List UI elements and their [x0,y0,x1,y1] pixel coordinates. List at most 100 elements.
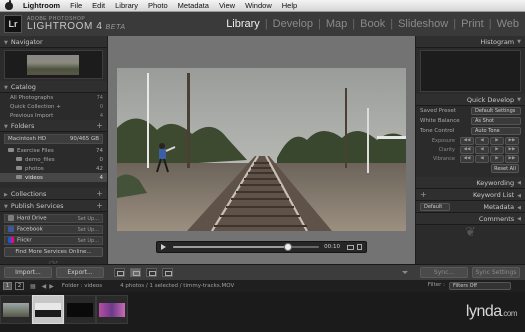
vibrance-increase-small-button[interactable]: ▶ [490,154,504,163]
forward-arrow-icon[interactable]: ▶ [49,283,54,290]
menu-metadata[interactable]: Metadata [173,1,214,10]
exposure-decrease-small-button[interactable]: ◀ [475,136,489,145]
loupe-view-icon[interactable] [130,268,141,277]
play-icon[interactable] [161,244,166,250]
filmstrip-thumbnail-selected[interactable] [32,295,64,324]
find-more-services-button[interactable]: Find More Services Online... [4,247,103,257]
exposure-decrease-button[interactable]: ◀◀ [460,136,474,145]
folders-header[interactable]: ▼ Folders + [0,120,107,132]
white-balance-select[interactable]: As Shot [471,117,521,125]
export-button[interactable]: Export... [56,267,104,278]
add-publish-service-icon[interactable]: + [96,201,103,210]
exposure-increase-button[interactable]: ▶▶ [505,136,519,145]
folder-exercise-files[interactable]: Exercise Files 74 [0,146,107,155]
publish-facebook[interactable]: Facebook Set Up... [4,225,103,234]
back-arrow-icon[interactable]: ◀ [42,283,47,290]
filter-select[interactable]: Filters Off [449,282,511,290]
setup-link[interactable]: Set Up... [78,227,99,233]
navigator-preview[interactable] [4,50,103,79]
add-collection-icon[interactable]: + [96,189,103,198]
compare-view-icon[interactable] [146,268,157,277]
toolbar-menu-icon[interactable] [402,271,408,274]
folder-photos[interactable]: photos 42 [0,164,107,173]
menu-help[interactable]: Help [277,1,302,10]
saved-preset-select[interactable]: Default Settings [471,107,521,115]
menu-window[interactable]: Window [240,1,277,10]
filmstrip-status: 4 photos / 1 selected / timmy-tracks.MOV [120,283,235,289]
scrubber-knob[interactable] [284,243,293,251]
module-develop[interactable]: Develop [269,18,317,30]
module-library[interactable]: Library [222,18,264,30]
metadata-preset-select[interactable]: Default [420,202,450,211]
menu-library[interactable]: Library [110,1,143,10]
primary-display-button[interactable]: 1 [3,282,12,290]
clarity-decrease-small-button[interactable]: ◀ [475,145,489,154]
publish-hard-drive[interactable]: Hard Drive Set Up... [4,214,103,223]
catalog-item-quick-collection[interactable]: Quick Collection + 0 [0,102,107,111]
hard-drive-icon [8,215,14,222]
catalog-header[interactable]: ▼ Catalog [0,81,107,93]
scrubber-fill [173,246,289,248]
quick-develop-header[interactable]: Quick Develop ▼ [416,94,525,106]
reset-all-button[interactable]: Reset All [491,164,519,173]
volume-macintosh-hd[interactable]: Macintosh HD 90/465 GB [4,134,103,144]
import-button[interactable]: Import... [4,267,52,278]
grid-view-icon[interactable] [114,268,125,277]
video-scrubber[interactable] [173,243,320,251]
metadata-header[interactable]: Default Metadata ◀ [416,201,525,213]
brand-main: LIGHTROOM 4 BETA [27,21,126,32]
expand-triangle-icon: ◀ [517,215,521,222]
publish-flickr[interactable]: Flickr Set Up... [4,236,103,245]
menu-edit[interactable]: Edit [87,1,110,10]
vibrance-increase-button[interactable]: ▶▶ [505,154,519,163]
module-book[interactable]: Book [356,18,389,30]
clarity-decrease-button[interactable]: ◀◀ [460,145,474,154]
publish-services-title: Publish Services [10,201,64,210]
catalog-item-all-photographs[interactable]: All Photographs 74 [0,93,107,102]
filmstrip-source[interactable]: Folder : videos [62,283,102,289]
collapse-triangle-icon: ▼ [517,96,521,103]
sync-settings-button[interactable]: Sync Settings [472,267,520,278]
apple-icon[interactable] [5,0,13,10]
catalog-title: Catalog [10,82,36,91]
sync-button[interactable]: Sync... [420,267,468,278]
menu-file[interactable]: File [65,1,87,10]
grid-icon[interactable]: ▦ [30,283,36,290]
filmstrip-thumbnail[interactable] [64,295,96,324]
setup-link[interactable]: Set Up... [78,238,99,244]
exposure-increase-small-button[interactable]: ▶ [490,136,504,145]
vibrance-decrease-small-button[interactable]: ◀ [475,154,489,163]
menu-view[interactable]: View [214,1,240,10]
histogram-header[interactable]: Histogram ▼ [416,36,525,48]
clarity-increase-small-button[interactable]: ▶ [490,145,504,154]
module-map[interactable]: Map [322,18,351,30]
setup-link[interactable]: Set Up... [78,216,99,222]
folder-icon [8,148,14,152]
keyword-list-header[interactable]: + Keyword List ◀ [416,189,525,201]
module-print[interactable]: Print [457,18,488,30]
add-keyword-icon[interactable]: + [420,190,427,199]
menu-lightroom[interactable]: Lightroom [18,1,65,10]
auto-tone-button[interactable]: Auto Tone [471,127,521,135]
module-web[interactable]: Web [493,18,523,30]
navigator-header[interactable]: ▼ Navigator [0,36,107,48]
catalog-item-previous-import[interactable]: Previous Import 4 [0,111,107,120]
keywording-header[interactable]: Keywording ◀ [416,177,525,189]
secondary-display-button[interactable]: 2 [15,282,24,290]
survey-view-icon[interactable] [162,268,173,277]
clarity-increase-button[interactable]: ▶▶ [505,145,519,154]
comments-header[interactable]: Comments ◀ [416,213,525,225]
collections-header[interactable]: ▶ Collections + [0,188,107,200]
publish-services-header[interactable]: ▼ Publish Services + [0,200,107,212]
add-folder-icon[interactable]: + [96,121,103,130]
capture-frame-icon[interactable] [347,244,354,250]
vibrance-decrease-button[interactable]: ◀◀ [460,154,474,163]
trim-video-icon[interactable] [357,244,362,250]
module-slideshow[interactable]: Slideshow [394,18,452,30]
filmstrip-thumbnail[interactable] [96,295,128,324]
filmstrip-thumbnail[interactable] [0,295,32,324]
folder-demo-files[interactable]: demo_files 0 [0,155,107,164]
folder-videos[interactable]: videos 4 [0,173,107,182]
video-frame[interactable] [117,68,406,231]
menu-photo[interactable]: Photo [143,1,173,10]
